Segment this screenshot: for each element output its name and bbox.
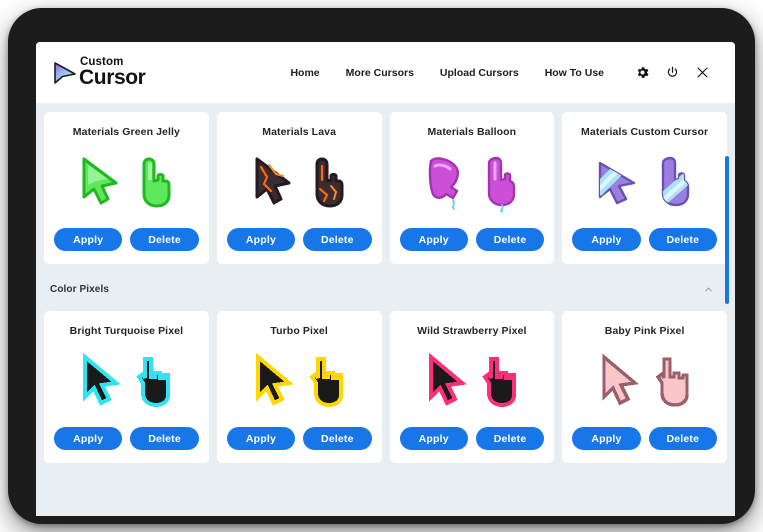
hand-cursor-art	[482, 357, 516, 408]
apply-button[interactable]: Apply	[399, 427, 468, 450]
gear-icon[interactable]	[627, 58, 657, 88]
hand-cursor-art	[661, 156, 689, 207]
device-screen: Custom Cursor Home More Cursors Upload C…	[36, 42, 735, 516]
arrow-cursor-art	[428, 157, 459, 210]
delete-button[interactable]: Delete	[648, 427, 717, 450]
cursor-preview-baby-pink-pixel	[572, 343, 717, 421]
apply-button[interactable]: Apply	[572, 228, 641, 251]
card-actions: Apply Delete	[226, 427, 372, 450]
card-title: Turbo Pixel	[270, 325, 328, 337]
delete-button[interactable]: Delete	[303, 427, 372, 450]
cursor-preview-bright-turquoise-pixel	[54, 343, 199, 421]
arrow-cursor-art	[83, 352, 122, 406]
materials-card-row: Materials Green Jelly Apply Delete Mater…	[36, 104, 735, 264]
hand-cursor-art	[142, 157, 171, 208]
scrollbar-thumb[interactable]	[725, 156, 729, 304]
cursor-arrow-logo-icon	[54, 61, 76, 84]
section-title: Color Pixels	[50, 283, 109, 295]
nav-link-more-cursors[interactable]: More Cursors	[333, 67, 427, 79]
hand-cursor-art	[136, 357, 171, 408]
arrow-cursor-art	[256, 352, 294, 406]
power-icon[interactable]	[657, 58, 687, 88]
cursor-preview-wild-strawberry-pixel	[400, 343, 545, 421]
hand-cursor-art	[315, 157, 344, 208]
delete-button[interactable]: Delete	[475, 228, 545, 251]
nav-link-upload-cursors[interactable]: Upload Cursors	[427, 67, 532, 79]
delete-button[interactable]: Delete	[130, 427, 199, 450]
delete-button[interactable]: Delete	[130, 228, 199, 251]
cursor-card-bright-turquoise-pixel[interactable]: Bright Turquoise Pixel Apply Delete	[44, 311, 209, 463]
card-actions: Apply Delete	[399, 228, 545, 251]
card-actions: Apply Delete	[572, 228, 717, 251]
cursor-card-baby-pink-pixel[interactable]: Baby Pink Pixel Apply Delete	[562, 311, 727, 463]
apply-button[interactable]: Apply	[399, 228, 468, 251]
cursor-preview-lava	[227, 144, 372, 222]
section-header-color-pixels[interactable]: Color Pixels	[36, 273, 735, 305]
cursor-collection-scroll-area[interactable]: Materials Green Jelly Apply Delete Mater…	[36, 104, 735, 516]
cursor-card-materials-balloon[interactable]: Materials Balloon Apply Delete	[389, 112, 555, 264]
cursor-preview-custom-cursor	[572, 144, 717, 222]
card-title: Materials Custom Cursor	[581, 126, 709, 138]
arrow-cursor-art	[82, 157, 118, 205]
apply-button[interactable]: Apply	[226, 427, 296, 450]
cursor-preview-balloon	[400, 144, 545, 222]
apply-button[interactable]: Apply	[54, 228, 123, 251]
card-actions: Apply Delete	[226, 228, 372, 251]
card-title: Materials Balloon	[427, 126, 517, 138]
card-title: Bright Turquoise Pixel	[69, 325, 184, 337]
apply-button[interactable]: Apply	[226, 228, 296, 251]
arrow-cursor-art	[255, 157, 291, 205]
delete-button[interactable]: Delete	[303, 228, 372, 251]
card-title: Materials Green Jelly	[72, 126, 180, 138]
cursor-preview-turbo-pixel	[227, 343, 372, 421]
chevron-up-icon[interactable]	[699, 280, 717, 298]
apply-button[interactable]: Apply	[54, 427, 123, 450]
cursor-preview-green-jelly	[54, 144, 199, 222]
apply-button[interactable]: Apply	[572, 427, 641, 450]
card-actions: Apply Delete	[54, 228, 199, 251]
logo-wordmark: Custom Cursor	[79, 56, 146, 90]
card-actions: Apply Delete	[399, 427, 545, 450]
hand-cursor-art	[309, 357, 344, 408]
delete-button[interactable]: Delete	[475, 427, 545, 450]
logo-bottom-word: Cursor	[79, 66, 146, 90]
nav-link-home[interactable]: Home	[277, 67, 332, 79]
card-actions: Apply Delete	[572, 427, 717, 450]
device-frame: Custom Cursor Home More Cursors Upload C…	[8, 8, 755, 524]
card-title: Materials Lava	[262, 126, 337, 138]
hand-cursor-art	[655, 357, 689, 407]
scrollbar-track[interactable]	[723, 104, 731, 516]
app-logo[interactable]: Custom Cursor	[52, 56, 146, 90]
delete-button[interactable]: Delete	[648, 228, 717, 251]
color-pixels-card-row: Bright Turquoise Pixel Apply Delete Turb…	[36, 311, 735, 463]
arrow-cursor-art	[601, 353, 639, 406]
cursor-card-wild-strawberry-pixel[interactable]: Wild Strawberry Pixel Apply Delete	[389, 311, 555, 463]
arrow-cursor-art	[428, 352, 467, 406]
app-header: Custom Cursor Home More Cursors Upload C…	[36, 42, 735, 104]
cursor-card-materials-green-jelly[interactable]: Materials Green Jelly Apply Delete	[44, 112, 209, 264]
close-icon[interactable]	[687, 58, 717, 88]
card-title: Baby Pink Pixel	[604, 325, 685, 337]
card-title: Wild Strawberry Pixel	[417, 325, 527, 337]
cursor-card-materials-lava[interactable]: Materials Lava Apply Delete	[216, 112, 382, 264]
cursor-card-materials-custom-cursor[interactable]: Materials Custom Cursor Apply Delete	[562, 112, 727, 264]
hand-cursor-art	[487, 156, 516, 213]
card-actions: Apply Delete	[54, 427, 199, 450]
cursor-card-turbo-pixel[interactable]: Turbo Pixel Apply Delete	[216, 311, 382, 463]
main-navigation: Home More Cursors Upload Cursors How To …	[277, 58, 717, 88]
arrow-cursor-art	[598, 161, 635, 205]
nav-link-how-to-use[interactable]: How To Use	[532, 67, 617, 79]
